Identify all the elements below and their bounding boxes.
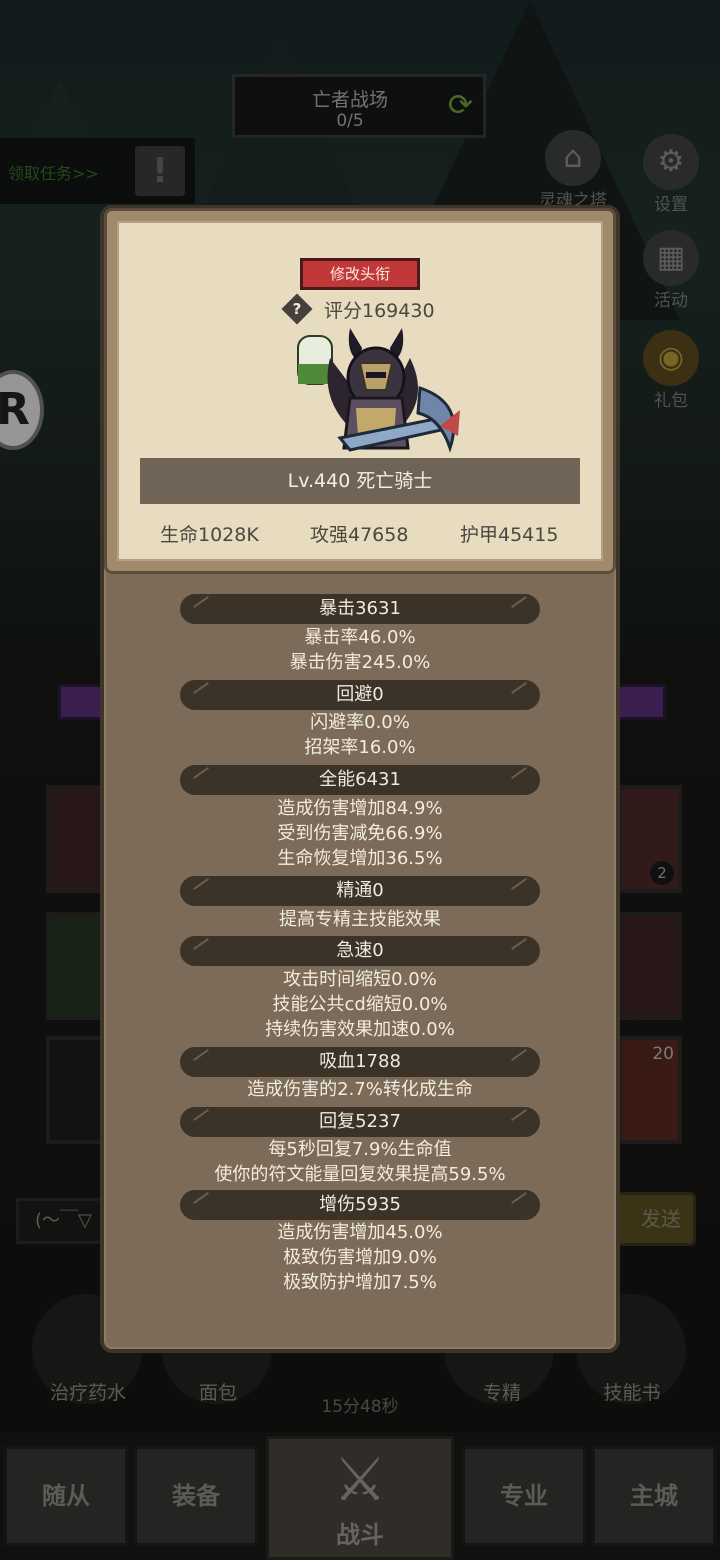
- stat-line: 提高专精主技能效果: [279, 909, 441, 930]
- crit-header: 暴击3631: [180, 594, 540, 624]
- stat-line: 造成伤害的2.7%转化成生命: [247, 1079, 473, 1100]
- hp-stat: 生命1028K: [160, 524, 259, 546]
- damage-bonus-header: 增伤5935: [180, 1190, 540, 1220]
- stat-line: 生命恢复增加36.5%: [277, 848, 443, 869]
- stat-line: 造成伤害增加45.0%: [277, 1222, 443, 1243]
- stat-line: 暴击率46.0%: [304, 627, 416, 648]
- stat-line: 每5秒回复7.9%生命值: [268, 1139, 452, 1160]
- stat-line: 极致伤害增加9.0%: [283, 1247, 437, 1268]
- lifesteal-header: 吸血1788: [180, 1047, 540, 1077]
- dodge-header: 回避0: [180, 680, 540, 710]
- haste-header: 急速0: [180, 936, 540, 966]
- change-title-button[interactable]: 修改头衔: [300, 258, 420, 290]
- attack-stat: 攻强47658: [310, 524, 409, 546]
- versatility-header: 全能6431: [180, 765, 540, 795]
- mastery-header: 精通0: [180, 876, 540, 906]
- stat-line: 技能公共cd缩短0.0%: [272, 994, 448, 1015]
- stat-line: 造成伤害增加84.9%: [277, 798, 443, 819]
- stat-line: 持续伤害效果加速0.0%: [265, 1019, 455, 1040]
- stat-line: 攻击时间缩短0.0%: [283, 969, 437, 990]
- stat-line: 使你的符文能量回复效果提高59.5%: [214, 1164, 506, 1185]
- stat-line: 招架率16.0%: [304, 737, 416, 758]
- regen-header: 回复5237: [180, 1107, 540, 1137]
- stat-line: 闪避率0.0%: [310, 712, 410, 733]
- stat-line: 受到伤害减免66.9%: [277, 823, 443, 844]
- armor-stat: 护甲45415: [460, 524, 559, 546]
- stat-line: 极致防护增加7.5%: [283, 1272, 437, 1293]
- stat-line: 暴击伤害245.0%: [289, 652, 431, 673]
- death-knight-portrait: [297, 328, 460, 453]
- level-and-class: Lv.440 死亡骑士: [140, 458, 580, 504]
